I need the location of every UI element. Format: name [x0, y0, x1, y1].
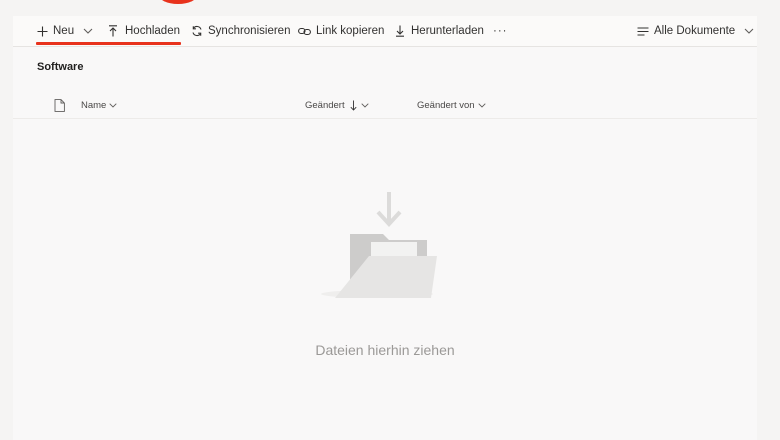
sync-button-label: Synchronisieren [208, 25, 291, 37]
view-switcher[interactable]: Alle Dokumente [637, 16, 754, 46]
view-switcher-label: Alle Dokumente [654, 25, 736, 37]
more-button[interactable]: ··· [493, 16, 508, 46]
upload-button-label: Hochladen [125, 25, 180, 37]
download-button[interactable]: Herunterladen [395, 16, 484, 46]
right-page-margin [770, 0, 780, 440]
chevron-down-icon [109, 102, 117, 108]
sort-down-arrow-icon [350, 100, 357, 111]
modified-column-label: Geändert [305, 99, 345, 111]
upload-icon [109, 25, 117, 37]
active-underline [36, 42, 181, 45]
copy-link-button[interactable]: Link kopieren [298, 16, 384, 46]
download-icon [396, 25, 404, 37]
download-button-label: Herunterladen [411, 25, 484, 37]
folder-drop-icon [321, 192, 437, 298]
modified-by-column-label: Geändert von [417, 99, 475, 111]
new-button-label: Neu [53, 25, 75, 37]
name-column-header[interactable]: Name [81, 96, 117, 114]
link-icon [298, 27, 311, 35]
library-title: Software [37, 61, 84, 73]
chevron-down-icon [83, 28, 93, 34]
column-header-divider [13, 118, 757, 119]
more-icon: ··· [493, 25, 508, 37]
name-column-label: Name [81, 99, 107, 111]
modified-column-header[interactable]: Geändert [305, 96, 369, 114]
empty-state-message: Dateien hierhin ziehen [315, 342, 455, 358]
file-icon [54, 98, 65, 112]
chevron-down-icon [744, 28, 754, 34]
document-library-panel: Neu Hochladen Synchronisieren Link kopie… [13, 16, 757, 440]
copy-link-button-label: Link kopieren [316, 25, 385, 37]
file-type-column-header[interactable] [51, 96, 65, 114]
recording-indicator-shape [158, 0, 198, 4]
command-bar: Neu Hochladen Synchronisieren Link kopie… [13, 16, 757, 47]
sync-icon [192, 25, 202, 37]
chevron-down-icon [361, 102, 369, 108]
modified-by-column-header[interactable]: Geändert von [417, 96, 486, 114]
chevron-down-icon [477, 102, 486, 108]
sync-button[interactable]: Synchronisieren [191, 16, 290, 46]
plus-icon [37, 26, 48, 36]
view-list-icon [637, 26, 649, 36]
